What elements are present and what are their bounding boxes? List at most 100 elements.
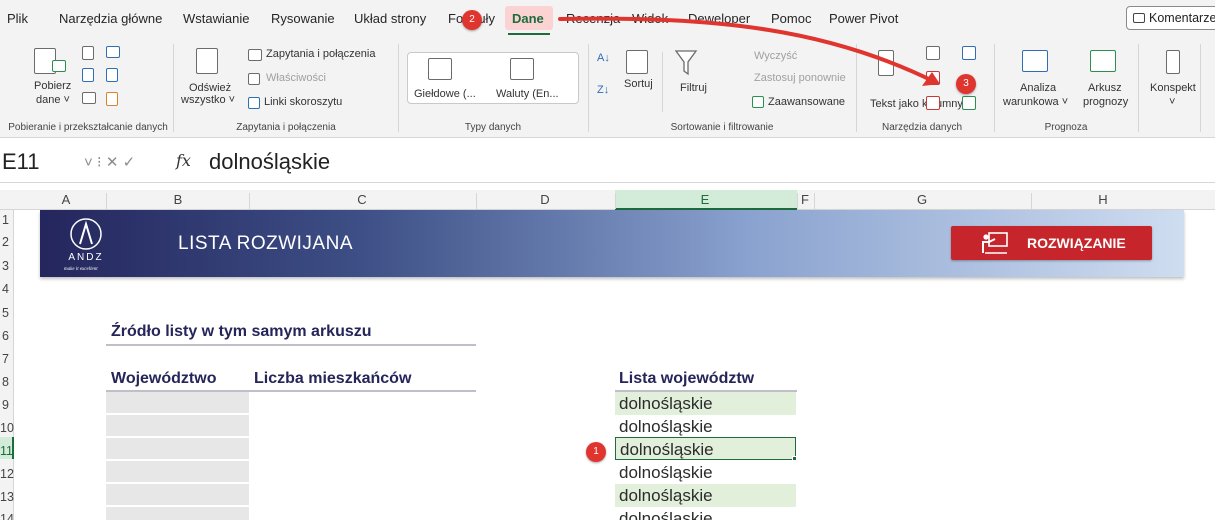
- solution-button[interactable]: ROZWIĄZANIE: [951, 226, 1152, 260]
- group-label-sortowanie: Sortowanie i filtrowanie: [670, 122, 774, 133]
- analiza-label[interactable]: Analiza: [1020, 82, 1056, 94]
- advanced-filter-icon[interactable]: [752, 96, 764, 108]
- sort-az-icon[interactable]: A↓: [597, 52, 610, 64]
- input-cell[interactable]: [106, 461, 249, 483]
- recent-sources-icon[interactable]: [106, 68, 118, 82]
- tab-uklad-strony[interactable]: Układ strony: [354, 11, 426, 26]
- tab-deweloper[interactable]: Deweloper: [688, 11, 750, 26]
- linki-skoroszytu-label[interactable]: Linki skoroszytu: [264, 96, 342, 108]
- list-item[interactable]: dolnośląskie: [615, 392, 796, 415]
- currencies-icon[interactable]: [510, 58, 534, 80]
- data-model-icon[interactable]: [962, 96, 976, 110]
- row-header[interactable]: 14: [0, 512, 14, 520]
- text-to-columns-icon[interactable]: [878, 50, 894, 76]
- konspekt-dropdown[interactable]: ˅: [1169, 96, 1175, 108]
- callout-badge-3: 3: [956, 74, 976, 94]
- komentarze-button[interactable]: Komentarze: [1126, 6, 1215, 30]
- name-box[interactable]: E11: [2, 149, 40, 175]
- gieldowe-label[interactable]: Giełdowe (...: [414, 88, 476, 100]
- input-cell[interactable]: [106, 507, 249, 520]
- tab-recenzja[interactable]: Recenzja: [566, 11, 620, 26]
- prognozy-label[interactable]: prognozy: [1083, 96, 1128, 108]
- row-header[interactable]: 3: [2, 259, 9, 273]
- row-header[interactable]: 7: [2, 352, 9, 366]
- column-header-h[interactable]: H: [1098, 192, 1107, 207]
- forecast-sheet-icon[interactable]: [1090, 50, 1116, 72]
- input-cell[interactable]: [106, 392, 249, 414]
- tab-widok[interactable]: Widok: [632, 11, 668, 26]
- list-item[interactable]: dolnośląskie: [615, 415, 796, 438]
- column-header-c[interactable]: C: [357, 192, 366, 207]
- outline-icon[interactable]: [1166, 50, 1180, 74]
- column-title-liczba-mieszkancow: Liczba mieszkańców: [254, 370, 412, 387]
- row-header[interactable]: 6: [2, 329, 9, 343]
- tab-plik[interactable]: Plik: [7, 11, 28, 26]
- waluty-label[interactable]: Waluty (En...: [496, 88, 559, 100]
- dane-dropdown-label[interactable]: dane ˅: [36, 94, 70, 106]
- list-item[interactable]: dolnośląskie: [615, 461, 796, 484]
- zapytania-polaczenia-label[interactable]: Zapytania i połączenia: [266, 48, 375, 60]
- fill-handle[interactable]: [792, 456, 797, 461]
- insert-function-icon[interactable]: fx: [176, 151, 191, 170]
- column-header-b[interactable]: B: [174, 192, 183, 207]
- sort-dialog-icon[interactable]: [626, 50, 648, 74]
- row-header[interactable]: 4: [2, 282, 9, 296]
- input-cell[interactable]: [106, 415, 249, 437]
- column-header-f[interactable]: F: [801, 192, 809, 207]
- filtruj-label[interactable]: Filtruj: [680, 82, 707, 94]
- from-web-icon[interactable]: [106, 46, 120, 58]
- stocks-icon[interactable]: [428, 58, 452, 80]
- row-header[interactable]: 1: [2, 213, 9, 227]
- row-header[interactable]: 10: [0, 421, 14, 435]
- text-to-columns-label[interactable]: Tekst jako kolumny: [870, 98, 963, 110]
- workbook-links-icon[interactable]: [248, 97, 260, 109]
- column-header-a[interactable]: A: [62, 192, 71, 207]
- sortuj-label[interactable]: Sortuj: [624, 78, 653, 90]
- arkusz-label[interactable]: Arkusz: [1088, 82, 1122, 94]
- row-header-selected[interactable]: 11: [0, 444, 13, 458]
- pobierz-label[interactable]: Pobierz: [34, 80, 71, 92]
- formula-bar-controls[interactable]: ˅ ⁝ ✕ ✓: [84, 153, 135, 171]
- existing-connections-icon[interactable]: [82, 92, 96, 104]
- tab-narzedzia-glowne[interactable]: Narzędzia główne: [59, 11, 162, 26]
- remove-duplicates-icon[interactable]: [926, 71, 940, 85]
- from-table-icon[interactable]: [82, 68, 94, 82]
- warunkowa-dropdown-label[interactable]: warunkowa ˅: [1003, 96, 1068, 108]
- tab-rysowanie[interactable]: Rysowanie: [271, 11, 335, 26]
- data-validation-icon[interactable]: [926, 96, 940, 110]
- consolidate-icon[interactable]: [962, 46, 976, 60]
- row-header[interactable]: 9: [2, 398, 9, 412]
- row-header[interactable]: 2: [2, 235, 9, 249]
- flash-fill-icon[interactable]: [926, 46, 940, 60]
- sort-za-icon[interactable]: Z↓: [597, 84, 609, 96]
- queries-connections-icon[interactable]: [248, 49, 262, 61]
- from-text-icon[interactable]: [82, 46, 94, 60]
- odswiez-label[interactable]: Odśwież: [189, 82, 231, 94]
- active-cell-e11[interactable]: dolnośląskie: [615, 437, 796, 460]
- input-cell[interactable]: [106, 438, 249, 460]
- tab-dane[interactable]: Dane: [512, 11, 544, 26]
- tab-pomoc[interactable]: Pomoc: [771, 11, 811, 26]
- row-header[interactable]: 13: [0, 490, 14, 504]
- column-header-d[interactable]: D: [540, 192, 549, 207]
- from-file-icon[interactable]: [106, 92, 118, 106]
- column-header-e[interactable]: E: [701, 192, 710, 207]
- formula-input[interactable]: dolnośląskie: [209, 149, 330, 175]
- tab-power-pivot[interactable]: Power Pivot: [829, 11, 898, 26]
- column-header-g[interactable]: G: [917, 192, 927, 207]
- filter-icon[interactable]: [674, 48, 698, 78]
- row-header[interactable]: 5: [2, 306, 9, 320]
- wszystko-dropdown-label[interactable]: wszystko ˅: [181, 94, 235, 106]
- tab-wstawianie[interactable]: Wstawianie: [183, 11, 249, 26]
- list-item[interactable]: dolnośląskie: [615, 484, 796, 507]
- callout-badge-1: 1: [586, 442, 606, 462]
- input-cell[interactable]: [106, 484, 249, 506]
- row-header[interactable]: 12: [0, 467, 14, 481]
- list-item[interactable]: dolnośląskie: [615, 507, 796, 520]
- zaawansowane-label[interactable]: Zaawansowane: [768, 96, 845, 108]
- what-if-analysis-icon[interactable]: [1022, 50, 1048, 72]
- konspekt-label[interactable]: Konspekt: [1150, 82, 1196, 94]
- row-header[interactable]: 8: [2, 375, 9, 389]
- ribbon-tabs: Plik Narzędzia główne Wstawianie Rysowan…: [0, 0, 1215, 38]
- refresh-all-icon[interactable]: [196, 48, 218, 74]
